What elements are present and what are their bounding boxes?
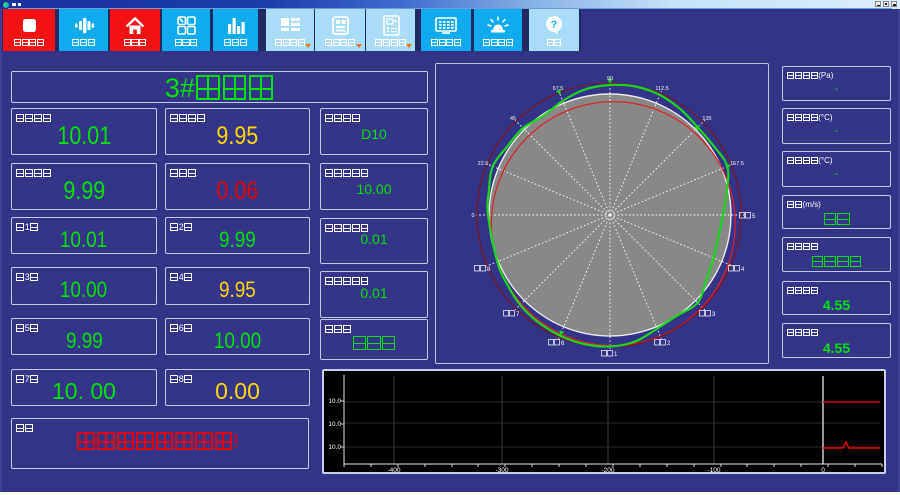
svg-text:-200: -200 <box>601 467 614 472</box>
svg-text:2: 2 <box>667 341 671 347</box>
svg-text:1: 1 <box>614 352 618 358</box>
svg-text:45: 45 <box>510 116 516 122</box>
svg-text:10.0: 10.0 <box>328 398 341 405</box>
svg-text:10.0: 10.0 <box>328 444 341 451</box>
svg-text:4: 4 <box>741 267 745 273</box>
svg-text:0: 0 <box>471 213 474 219</box>
svg-text:-100: -100 <box>707 467 720 472</box>
svg-text:0: 0 <box>821 467 825 472</box>
svg-text:135: 135 <box>702 116 711 122</box>
svg-text:67.5: 67.5 <box>553 86 564 92</box>
svg-text:7: 7 <box>516 312 520 318</box>
svg-text:157.5: 157.5 <box>730 161 744 167</box>
svg-text:6: 6 <box>561 341 565 347</box>
svg-text:5: 5 <box>752 214 756 220</box>
svg-text:-400: -400 <box>387 467 400 472</box>
svg-text:?: ? <box>551 19 558 31</box>
svg-text:22.5: 22.5 <box>478 161 489 167</box>
svg-text:90: 90 <box>607 76 613 82</box>
svg-text:-300: -300 <box>495 467 508 472</box>
svg-text:10.0: 10.0 <box>328 421 341 428</box>
svg-text:112.5: 112.5 <box>655 86 668 92</box>
svg-text:3: 3 <box>712 312 716 318</box>
